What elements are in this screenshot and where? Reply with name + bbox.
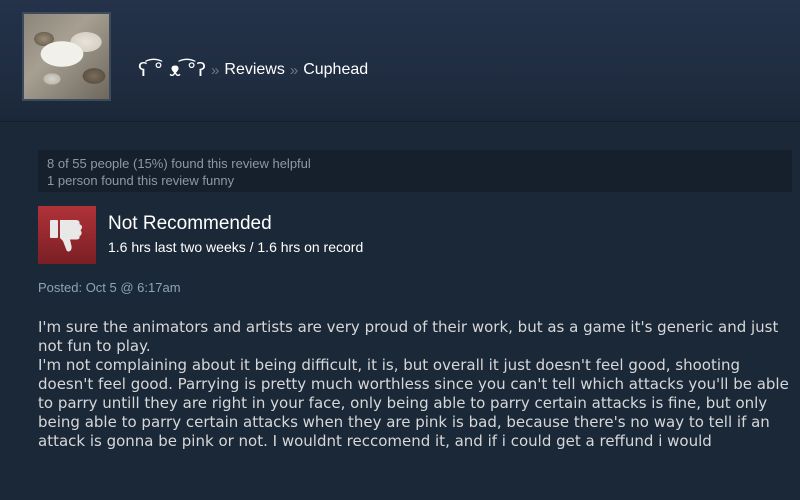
breadcrumb-separator: »: [211, 61, 220, 79]
breadcrumb-separator: »: [289, 61, 299, 79]
review-body: I'm sure the animators and artists are v…: [38, 318, 798, 451]
playtime: 1.6 hrs last two weeks / 1.6 hrs on reco…: [108, 239, 364, 255]
breadcrumb-username-link[interactable]: ʕ ͡° ᴥ ͡°ʔ: [138, 59, 206, 82]
helpful-summary: 8 of 55 people (15%) found this review h…: [38, 150, 792, 192]
helpful-count: 8 of 55 people (15%) found this review h…: [47, 156, 311, 171]
avatar[interactable]: [22, 12, 111, 101]
verdict-title: Not Recommended: [108, 213, 272, 234]
verdict-badge[interactable]: [38, 206, 96, 264]
posted-date: Posted: Oct 5 @ 6:17am: [38, 280, 181, 295]
funny-count: 1 person found this review funny: [47, 173, 235, 188]
profile-header: ʕ ͡° ᴥ ͡°ʔ » Reviews » Cuphead: [0, 0, 800, 122]
review-paragraph: I'm not complaining about it being diffi…: [38, 356, 789, 450]
breadcrumb-reviews-link[interactable]: Reviews: [224, 61, 284, 79]
review-paragraph: I'm sure the animators and artists are v…: [38, 318, 779, 355]
breadcrumb-game-link[interactable]: Cuphead: [303, 61, 368, 79]
breadcrumb: ʕ ͡° ᴥ ͡°ʔ » Reviews » Cuphead: [138, 55, 368, 85]
thumbs-down-icon: [50, 220, 83, 252]
avatar-image[interactable]: [24, 14, 109, 99]
